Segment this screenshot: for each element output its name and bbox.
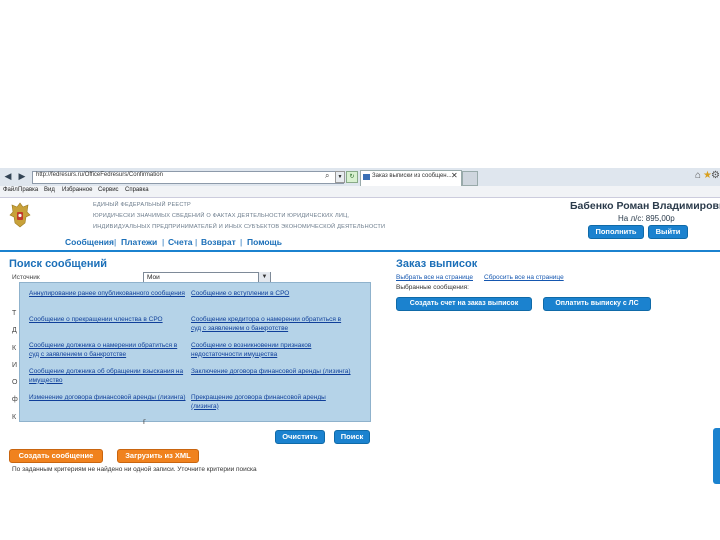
menu-view[interactable]: Вид [44, 187, 55, 193]
field-label-partial: К [12, 414, 17, 421]
registry-title-line2: ЮРИДИЧЕСКИ ЗНАЧИМЫХ СВЕДЕНИЙ О ФАКТАХ ДЕ… [93, 213, 350, 219]
dropdown-item[interactable]: Сообщение должника о намерении обратитьс… [29, 342, 189, 359]
menu-favorites[interactable]: Избранное [62, 187, 92, 193]
order-panel-title: Заказ выписок [396, 258, 478, 270]
dropdown-item[interactable]: Сообщение должника об обращении взыскани… [29, 368, 189, 385]
nav-help[interactable]: Помощь [247, 237, 282, 247]
header-divider [0, 250, 720, 252]
clear-button[interactable]: Очистить [275, 430, 325, 444]
search-icon[interactable]: ⌕ [325, 171, 329, 181]
nav-payments[interactable]: Платежи [121, 237, 157, 247]
dropdown-item[interactable]: Сообщение о прекращении членства в СРО [29, 316, 189, 325]
home-icon[interactable]: ⌂ [695, 170, 701, 181]
tab-close-icon[interactable]: ✕ [451, 171, 458, 180]
create-invoice-button[interactable]: Создать счет на заказ выписок [396, 297, 532, 311]
field-label-partial: О [12, 379, 18, 386]
coat-of-arms-logo [9, 202, 31, 228]
dropdown-item[interactable]: Сообщение о вступлении в СРО [191, 290, 351, 299]
upload-xml-button[interactable]: Загрузить из XML [117, 449, 199, 463]
dropdown-item[interactable]: Сообщение кредитора о намерении обратить… [191, 316, 351, 333]
logout-button[interactable]: Выйти [648, 225, 688, 239]
tab-title: Заказ выписки из сообщен... [372, 173, 452, 179]
forward-arrow-icon[interactable]: ▶ [16, 170, 28, 183]
dropdown-item[interactable]: Сообщение о возникновении признаков недо… [191, 342, 351, 359]
menu-help[interactable]: Справка [125, 187, 149, 193]
source-select-value: Мои [147, 274, 160, 281]
field-label-partial: Д [12, 327, 17, 334]
source-label: Источник [12, 274, 40, 281]
select-all-link[interactable]: Выбрать все на странице [396, 274, 473, 281]
back-arrow-icon[interactable]: ◀ [2, 170, 14, 183]
registry-title-line1: ЕДИНЫЙ ФЕДЕРАЛЬНЫЙ РЕЕСТР [93, 202, 191, 208]
refresh-icon[interactable]: ↻ [346, 171, 358, 183]
create-message-button[interactable]: Создать сообщение [9, 449, 103, 463]
topup-button[interactable]: Пополнить [588, 225, 644, 239]
menu-edit[interactable]: Правка [18, 187, 38, 193]
menu-file[interactable]: Файл [3, 187, 18, 193]
account-balance: На л/с: 895,00р [618, 214, 675, 223]
field-label-partial: Т [12, 310, 17, 317]
registry-title-line3: ИНДИВИДУАЛЬНЫХ ПРЕДПРИНИМАТЕЛЕЙ И ИНЫХ С… [93, 224, 386, 230]
field-label-partial: г [143, 417, 146, 426]
reset-all-link[interactable]: Сбросить все на странице [484, 274, 564, 281]
gear-icon[interactable]: ⚙ [711, 170, 720, 181]
nav-separator: | [195, 237, 198, 247]
nav-refund[interactable]: Возврат [201, 237, 236, 247]
nav-separator: | [114, 237, 117, 247]
dropdown-item[interactable]: Заключение договора финансовой аренды (л… [191, 368, 351, 377]
search-button[interactable]: Поиск [334, 430, 370, 444]
nav-separator: | [162, 237, 165, 247]
pay-from-account-button[interactable]: Оплатить выписку с ЛС [543, 297, 651, 311]
selected-messages-label: Выбранные сообщения: [396, 284, 469, 291]
dropdown-item[interactable]: Аннулирование ранее опубликованного сооб… [29, 290, 189, 299]
nav-messages[interactable]: Сообщения [65, 237, 114, 247]
page-favicon-icon [363, 174, 370, 180]
search-panel-title: Поиск сообщений [9, 258, 107, 270]
menu-tools[interactable]: Сервис [98, 187, 119, 193]
nav-separator: | [240, 237, 243, 247]
field-label-partial: И [12, 362, 18, 369]
new-tab-button[interactable] [462, 171, 478, 186]
no-results-message: По заданным критериям не найдено ни одно… [12, 466, 257, 473]
nav-invoices[interactable]: Счета [168, 237, 192, 247]
dropdown-item[interactable]: Прекращение договора финансовой аренды (… [191, 394, 351, 411]
dropdown-item[interactable]: Изменение договора финансовой аренды (ли… [29, 394, 189, 403]
feedback-side-tab[interactable] [713, 428, 720, 484]
field-label-partial: К [12, 345, 17, 352]
field-label-partial: ф [12, 396, 18, 403]
address-text: http://fedresurs.ru/OfficeFedresurs/Conf… [36, 172, 163, 178]
address-dropdown-icon[interactable]: ▼ [335, 171, 345, 183]
user-name: Бабенко Роман Владимирович [570, 200, 720, 212]
